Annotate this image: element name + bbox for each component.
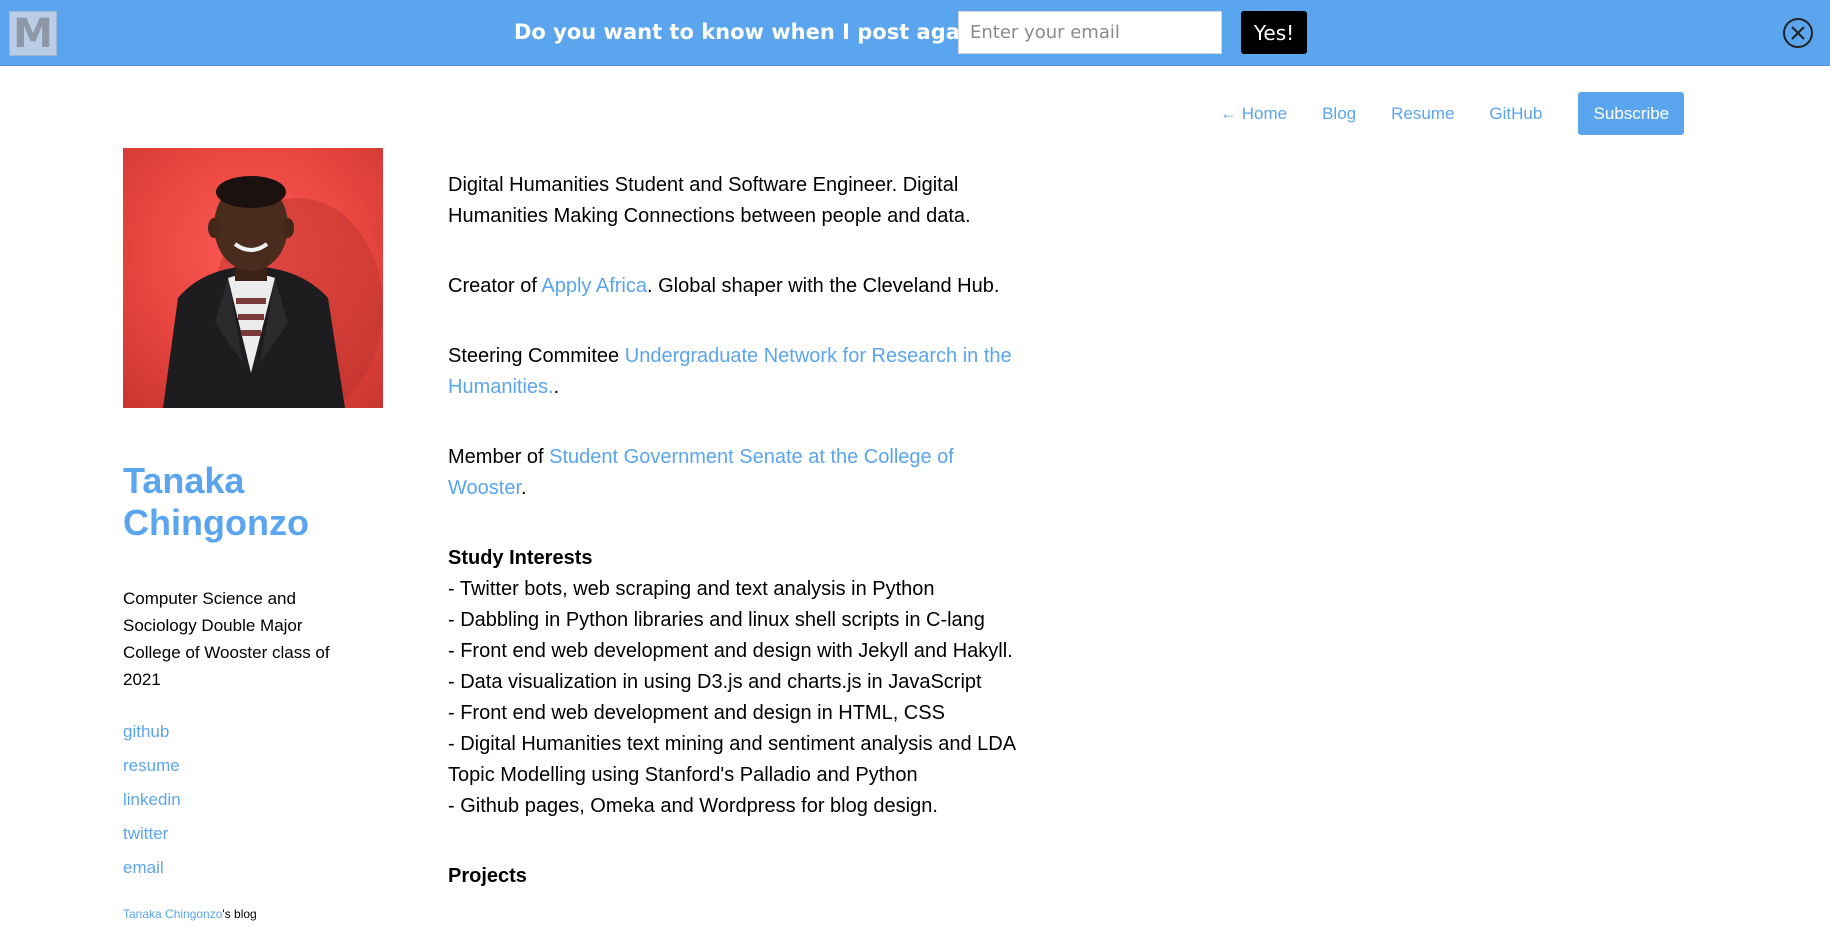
close-banner-button[interactable] [1783, 18, 1813, 48]
steering-paragraph: Steering Commitee Undergraduate Network … [448, 341, 1033, 403]
creator-suffix: . Global shaper with the Cleveland Hub. [647, 275, 1000, 297]
nav-blog-link[interactable]: Blog [1322, 104, 1356, 124]
projects-section: Projects [448, 861, 1033, 892]
intro-paragraph: Digital Humanities Student and Software … [448, 174, 971, 227]
email-link[interactable]: email [123, 851, 181, 885]
member-paragraph: Member of Student Government Senate at t… [448, 442, 1033, 504]
member-prefix: Member of [448, 446, 550, 468]
creator-paragraph: Creator of Apply Africa. Global shaper w… [448, 271, 1033, 302]
projects-heading: Projects [448, 865, 527, 887]
twitter-link[interactable]: twitter [123, 817, 181, 851]
list-item: - Front end web development and design i… [448, 702, 945, 724]
blog-footer: Tanaka Chingonzo's blog [123, 906, 257, 922]
steering-suffix: . [553, 376, 560, 398]
author-name: Tanaka Chingonzo [123, 460, 309, 543]
subscribe-banner: M Do you want to know when I post again?… [0, 0, 1830, 66]
subscribe-button[interactable]: Subscribe [1578, 92, 1685, 135]
list-item: - Front end web development and design w… [448, 640, 1013, 662]
apply-africa-link[interactable]: Apply Africa [541, 275, 647, 297]
github-link[interactable]: github [123, 715, 181, 749]
nav-github-link[interactable]: GitHub [1489, 104, 1542, 124]
study-interests-heading: Study Interests [448, 547, 593, 569]
social-links: github resume linkedin twitter email [123, 715, 181, 885]
nav-home-link[interactable]: ← Home [1220, 104, 1287, 124]
steering-prefix: Steering Commitee [448, 345, 625, 367]
site-logo[interactable]: M [9, 11, 57, 57]
study-interests-section: Study Interests - Twitter bots, web scra… [448, 543, 1033, 822]
banner-question: Do you want to know when I post again? [514, 20, 995, 44]
close-icon [1791, 26, 1805, 40]
main-content: Digital Humanities Student and Software … [448, 170, 1033, 931]
footer-suffix: 's blog [222, 907, 257, 921]
linkedin-link[interactable]: linkedin [123, 783, 181, 817]
footer-author-link[interactable]: Tanaka Chingonzo [123, 907, 222, 921]
email-input[interactable] [958, 11, 1222, 54]
profile-photo [123, 148, 383, 408]
resume-link[interactable]: resume [123, 749, 181, 783]
list-item: - Digital Humanities text mining and sen… [448, 733, 1015, 786]
profile-photo-image [163, 176, 383, 408]
list-item: - Data visualization in using D3.js and … [448, 671, 982, 693]
nav-resume-link[interactable]: Resume [1391, 104, 1454, 124]
creator-prefix: Creator of [448, 275, 542, 297]
top-nav: ← Home Blog Resume GitHub Subscribe [1220, 92, 1685, 135]
list-item: - Github pages, Omeka and Wordpress for … [448, 795, 938, 817]
member-suffix: . [521, 477, 527, 499]
list-item: - Twitter bots, web scraping and text an… [448, 578, 935, 600]
author-bio: Computer Science and Sociology Double Ma… [123, 589, 330, 689]
list-item: - Dabbling in Python libraries and linux… [448, 609, 985, 631]
yes-button[interactable]: Yes! [1241, 11, 1307, 54]
